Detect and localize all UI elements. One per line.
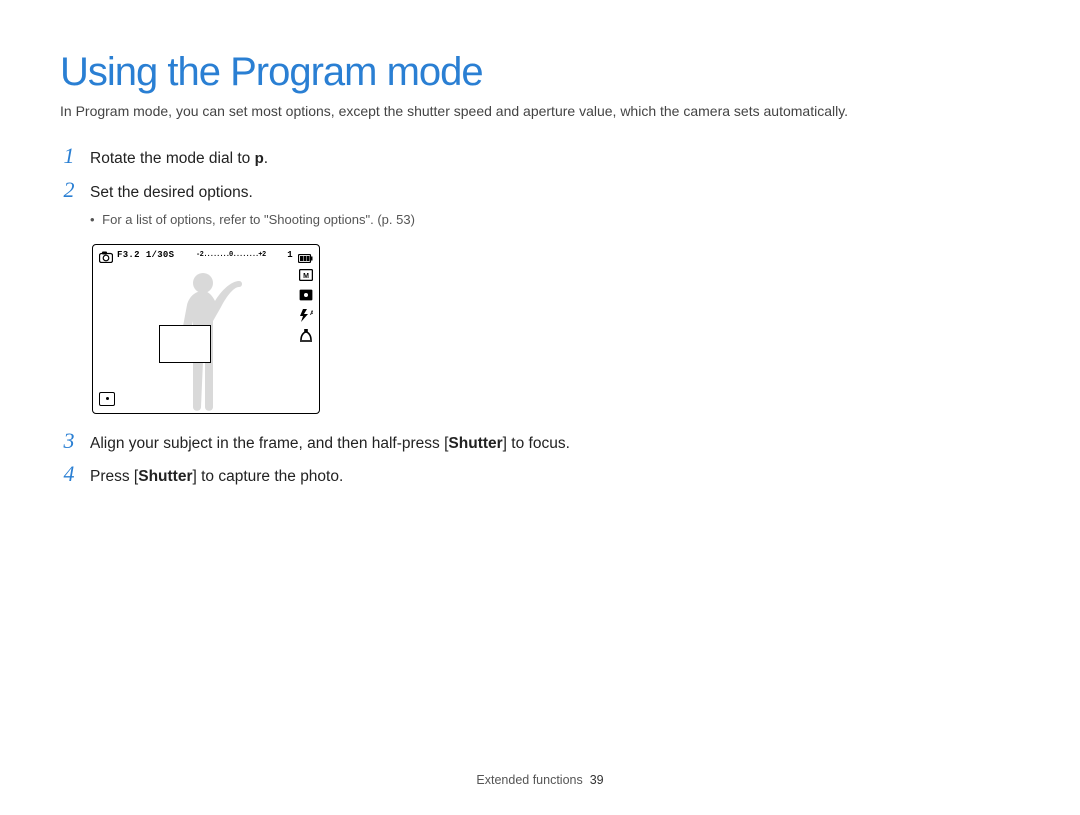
step-text: Rotate the mode dial to p. [90,147,600,171]
aperture-value: F3.2 [117,250,140,260]
step-number: 4 [60,461,78,487]
shutter-bold: Shutter [138,468,192,485]
flash-auto-icon: A [299,309,313,322]
camera-lcd-illustration: F3.2 1/30S -2........0........+2 1 M [92,244,600,414]
page-title: Using the Program mode [60,50,1020,95]
manual-page: Using the Program mode In Program mode, … [0,0,1080,815]
lcd-info-bar: F3.2 1/30S -2........0........+2 1 [117,250,293,260]
step-number: 1 [60,143,78,169]
step-3: 3 Align your subject in the frame, and t… [60,428,600,455]
battery-icon [298,250,313,268]
shot-count: 1 [287,250,293,260]
step-1: 1 Rotate the mode dial to p. [60,143,600,171]
step-text: Align your subject in the frame, and the… [90,432,600,455]
resolution-icon: M [299,269,313,282]
ev-scale: -2........0........+2 [180,251,281,259]
camera-lcd-screen: F3.2 1/30S -2........0........+2 1 M [92,244,320,414]
step3-text-a: Align your subject in the frame, and the… [90,435,448,452]
footer-section: Extended functions [476,773,582,787]
shutter-speed-value: 1/30S [146,250,175,260]
svg-text:M: M [303,273,309,280]
footer-page-number: 39 [590,773,604,787]
step2-bullets: For a list of options, refer to "Shootin… [90,210,600,230]
metering-icon [299,289,313,302]
intro-text: In Program mode, you can set most option… [60,101,1020,121]
step-text: Press [Shutter] to capture the photo. [90,465,600,488]
svg-text:A: A [310,311,313,317]
camera-icon [99,250,113,268]
lcd-right-icons: M A [299,269,313,342]
single-shot-icon [99,392,115,406]
step2-bullet: For a list of options, refer to "Shootin… [90,210,600,230]
mode-dial-p-icon: p [255,150,264,167]
ois-icon [299,329,313,342]
steps-list: 1 Rotate the mode dial to p. 2 Set the d… [60,143,600,488]
page-footer: Extended functions 39 [0,773,1080,787]
step-number: 3 [60,428,78,454]
step-2: 2 Set the desired options. For a list of… [60,177,600,236]
step1-text-a: Rotate the mode dial to [90,150,255,167]
step4-text-b: ] to capture the photo. [192,468,343,485]
focus-rectangle-icon [159,325,211,363]
shutter-bold: Shutter [448,435,502,452]
step-number: 2 [60,177,78,203]
step2-text: Set the desired options. [90,184,253,201]
step-text: Set the desired options. For a list of o… [90,181,600,236]
step3-text-b: ] to focus. [503,435,570,452]
step1-text-b: . [264,150,268,167]
step4-text-a: Press [ [90,468,138,485]
step-4: 4 Press [Shutter] to capture the photo. [60,461,600,488]
